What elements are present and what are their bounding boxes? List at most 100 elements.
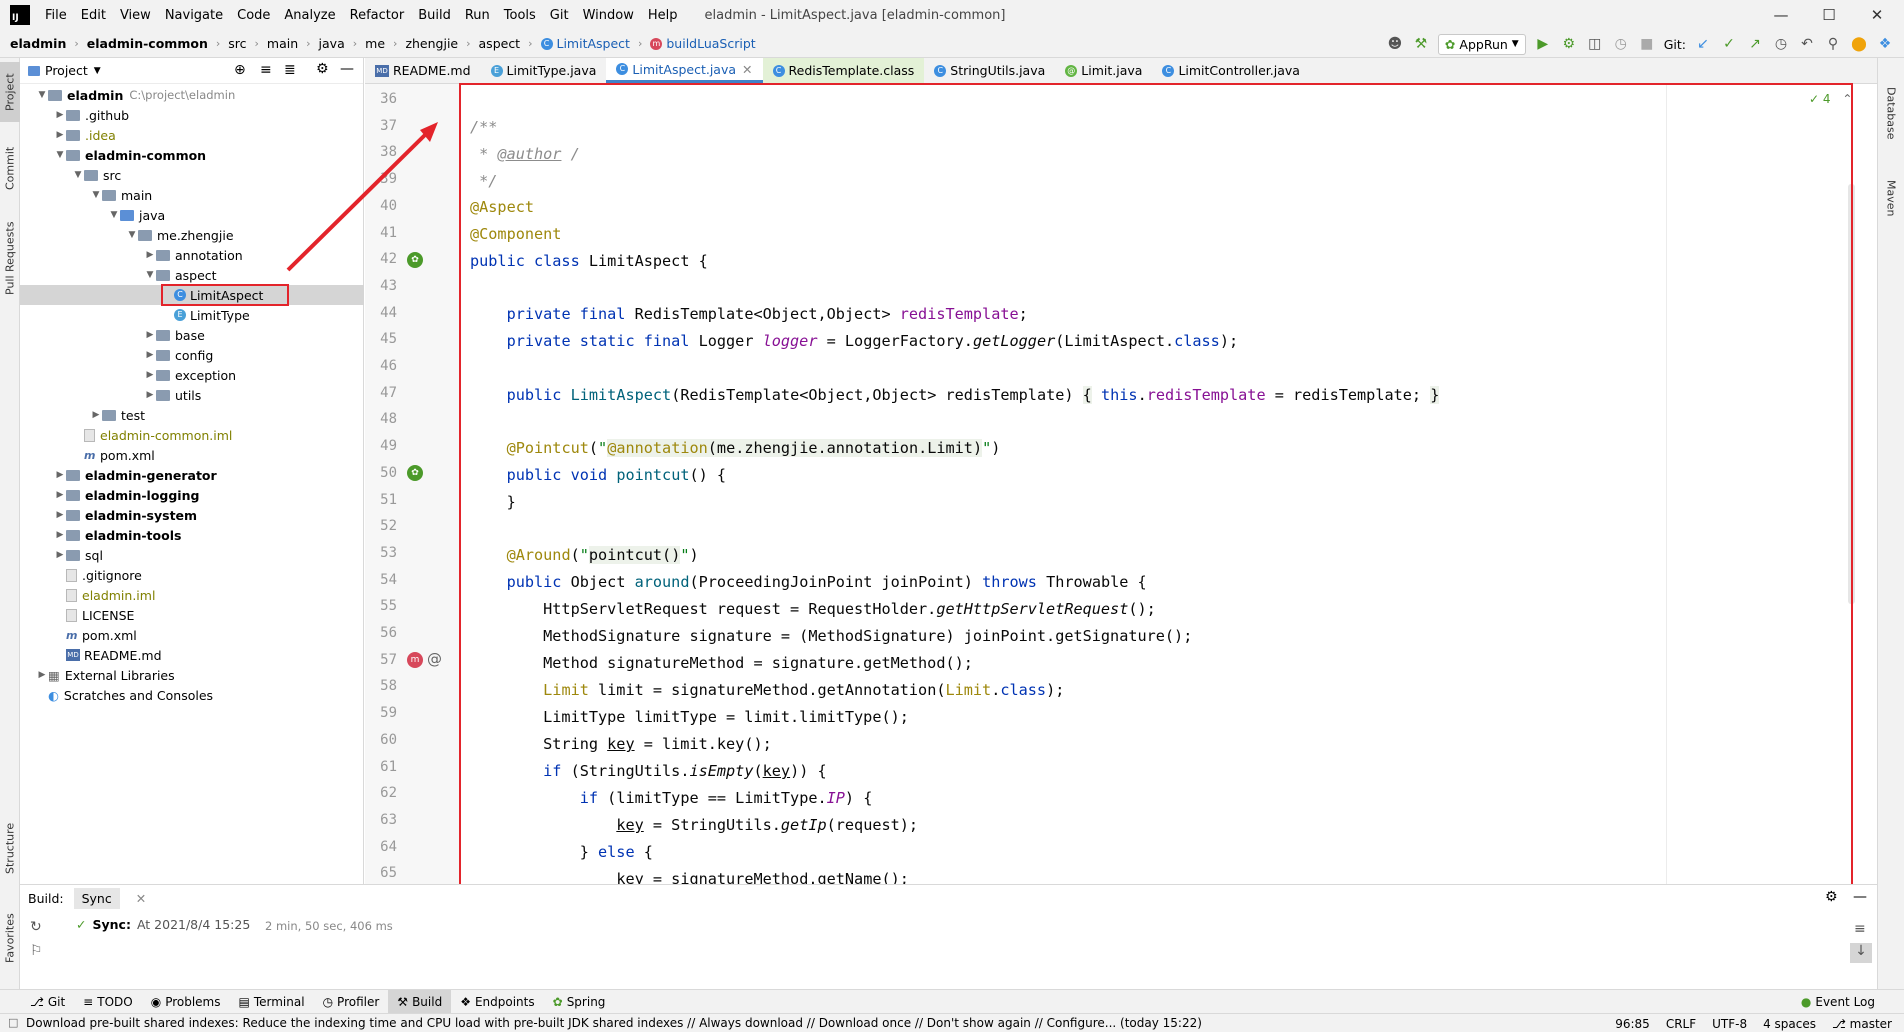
- tree-row-scratches[interactable]: ◐ Scratches and Consoles: [20, 685, 364, 705]
- file-encoding[interactable]: UTF-8: [1712, 1017, 1747, 1031]
- logo-icon[interactable]: ❖: [1876, 35, 1894, 53]
- tree-row-eladmin-generator[interactable]: ▶ eladmin-generator: [20, 465, 364, 485]
- user-icon[interactable]: ☻: [1386, 35, 1404, 53]
- breadcrumb-me[interactable]: me: [362, 36, 388, 51]
- tree-row-eladmin-system[interactable]: ▶ eladmin-system: [20, 505, 364, 525]
- settings-gear-icon[interactable]: ⚙: [1825, 889, 1838, 905]
- tree-row-eladmin-common-iml[interactable]: eladmin-common.iml: [20, 425, 364, 445]
- tree-row-config[interactable]: ▶ config: [20, 345, 364, 365]
- database-tool-tab[interactable]: Database: [1878, 68, 1904, 158]
- tree-row-pom-xml-root[interactable]: m pom.xml: [20, 625, 364, 645]
- tree-row-limittype[interactable]: E LimitType: [20, 305, 364, 325]
- maximize-icon[interactable]: ☐: [1806, 0, 1852, 30]
- tree-row-eladmin-root[interactable]: ▼ eladmin C:\project\eladmin: [20, 85, 364, 105]
- close-tab-icon[interactable]: ✕: [742, 62, 752, 77]
- tool-tab-build[interactable]: ⚒ Build: [388, 989, 452, 1014]
- history-icon[interactable]: ◷: [1772, 35, 1790, 53]
- chevron-up-icon[interactable]: ⌃: [1842, 92, 1852, 106]
- git-branch-widget[interactable]: ⎇ master: [1832, 1017, 1892, 1031]
- tool-tab-todo[interactable]: ≡ TODO: [74, 990, 142, 1014]
- tab-limitaspect[interactable]: C LimitAspect.java ✕: [606, 58, 763, 83]
- menu-tools[interactable]: Tools: [497, 8, 543, 23]
- tab-limittype[interactable]: E LimitType.java: [481, 58, 607, 83]
- breadcrumb-eladmin-common[interactable]: eladmin-common: [84, 36, 211, 51]
- favorites-tool-tab[interactable]: Favorites: [0, 898, 20, 978]
- tool-tab-terminal[interactable]: ▤ Terminal: [230, 990, 314, 1014]
- tab-limit[interactable]: @ Limit.java: [1055, 58, 1152, 83]
- tree-row-test[interactable]: ▶ test: [20, 405, 364, 425]
- tree-row-eladmin-iml[interactable]: eladmin.iml: [20, 585, 364, 605]
- tree-row-eladmin-logging[interactable]: ▶ eladmin-logging: [20, 485, 364, 505]
- menu-window[interactable]: Window: [576, 8, 641, 23]
- status-expand-icon[interactable]: □: [8, 1016, 18, 1029]
- structure-tool-tab[interactable]: Structure: [0, 808, 20, 888]
- soft-wrap-icon[interactable]: ≡: [1854, 921, 1866, 937]
- expand-all-icon[interactable]: ≡: [260, 62, 272, 78]
- profile-icon[interactable]: ◷: [1612, 35, 1630, 53]
- tool-tab-git[interactable]: ⎇ Git: [0, 990, 74, 1014]
- debug-icon[interactable]: ⚙: [1560, 35, 1578, 53]
- tree-row-gitignore[interactable]: .gitignore: [20, 565, 364, 585]
- tree-row-pom-xml-common[interactable]: m pom.xml: [20, 445, 364, 465]
- spring-bean-gutter-icon[interactable]: ✿: [407, 465, 423, 481]
- breadcrumb-java[interactable]: java: [316, 36, 348, 51]
- breadcrumb-aspect[interactable]: aspect: [476, 36, 524, 51]
- pull-requests-tool-tab[interactable]: Pull Requests: [0, 208, 20, 308]
- tab-sync[interactable]: Sync: [73, 887, 120, 909]
- status-message[interactable]: Download pre-built shared indexes: Reduc…: [26, 1016, 1202, 1030]
- tree-row-base[interactable]: ▶ base: [20, 325, 364, 345]
- close-icon[interactable]: ✕: [1854, 0, 1900, 30]
- project-tool-tab[interactable]: Project: [0, 62, 20, 122]
- breadcrumb-main[interactable]: main: [264, 36, 301, 51]
- menu-analyze[interactable]: Analyze: [277, 8, 342, 23]
- build-hammer-icon[interactable]: ⚒: [1412, 35, 1430, 53]
- project-panel-title[interactable]: Project: [45, 63, 88, 78]
- settings-gear-icon[interactable]: ⚙: [316, 61, 329, 77]
- hide-panel-icon[interactable]: —: [340, 61, 354, 77]
- tool-tab-spring[interactable]: ✿ Spring: [544, 990, 615, 1014]
- hide-panel-icon[interactable]: —: [1853, 889, 1867, 905]
- menu-help[interactable]: Help: [641, 8, 685, 23]
- tree-row-sql[interactable]: ▶ sql: [20, 545, 364, 565]
- tree-row-eladmin-tools[interactable]: ▶ eladmin-tools: [20, 525, 364, 545]
- breadcrumb-eladmin[interactable]: eladmin: [0, 36, 69, 51]
- coverage-icon[interactable]: ◫: [1586, 35, 1604, 53]
- chevron-down-icon[interactable]: ▼: [94, 66, 101, 76]
- tool-tab-endpoints[interactable]: ❖ Endpoints: [451, 990, 543, 1014]
- method-gutter-icon[interactable]: m: [407, 652, 423, 668]
- tab-readme[interactable]: MD README.md: [365, 58, 481, 83]
- indent-setting[interactable]: 4 spaces: [1763, 1017, 1816, 1031]
- code-editor[interactable]: 36 37 38 39 40 41 42 43 44 45 46 47 48 49 50 51 52 53 54 55…: [365, 84, 1865, 884]
- collapse-all-icon[interactable]: ≣: [284, 62, 296, 78]
- close-tab-icon[interactable]: ✕: [136, 891, 146, 906]
- tab-stringutils[interactable]: C StringUtils.java: [924, 58, 1055, 83]
- aspect-advice-gutter-icon[interactable]: @: [427, 650, 442, 668]
- scroll-to-end-icon[interactable]: ↓: [1850, 943, 1872, 963]
- menu-edit[interactable]: Edit: [74, 8, 113, 23]
- menu-navigate[interactable]: Navigate: [158, 8, 230, 23]
- run-configuration-select[interactable]: ✿ AppRun ▼: [1437, 33, 1526, 55]
- menu-file[interactable]: File: [38, 8, 74, 23]
- vertical-scrollbar[interactable]: [1848, 184, 1855, 604]
- rerun-icon[interactable]: ↻: [30, 919, 42, 935]
- search-icon[interactable]: ⚲: [1824, 35, 1842, 53]
- menu-view[interactable]: View: [113, 8, 158, 23]
- breadcrumb-src[interactable]: src: [225, 36, 249, 51]
- commit-tool-tab[interactable]: Commit: [0, 138, 20, 198]
- git-update-icon[interactable]: ↙: [1694, 35, 1712, 53]
- menu-git[interactable]: Git: [543, 8, 576, 23]
- tree-row-exception[interactable]: ▶ exception: [20, 365, 364, 385]
- maven-tool-tab[interactable]: Maven: [1878, 163, 1904, 233]
- menu-code[interactable]: Code: [230, 8, 277, 23]
- tool-tab-profiler[interactable]: ◷ Profiler: [314, 990, 389, 1014]
- tab-limitcontroller[interactable]: C LimitController.java: [1152, 58, 1310, 83]
- breadcrumb-zhengjie[interactable]: zhengjie: [402, 36, 461, 51]
- tree-row-external-libraries[interactable]: ▶ ▦ External Libraries: [20, 665, 364, 685]
- tool-tab-event-log[interactable]: ● Event Log: [1792, 990, 1884, 1014]
- rollback-icon[interactable]: ↶: [1798, 35, 1816, 53]
- pin-icon[interactable]: ⚐: [30, 943, 43, 959]
- minimize-icon[interactable]: —: [1758, 0, 1804, 30]
- tool-tab-problems[interactable]: ◉ Problems: [142, 990, 230, 1014]
- breadcrumb-limitaspect[interactable]: C LimitAspect: [538, 36, 633, 51]
- locate-icon[interactable]: ⊕: [234, 62, 246, 78]
